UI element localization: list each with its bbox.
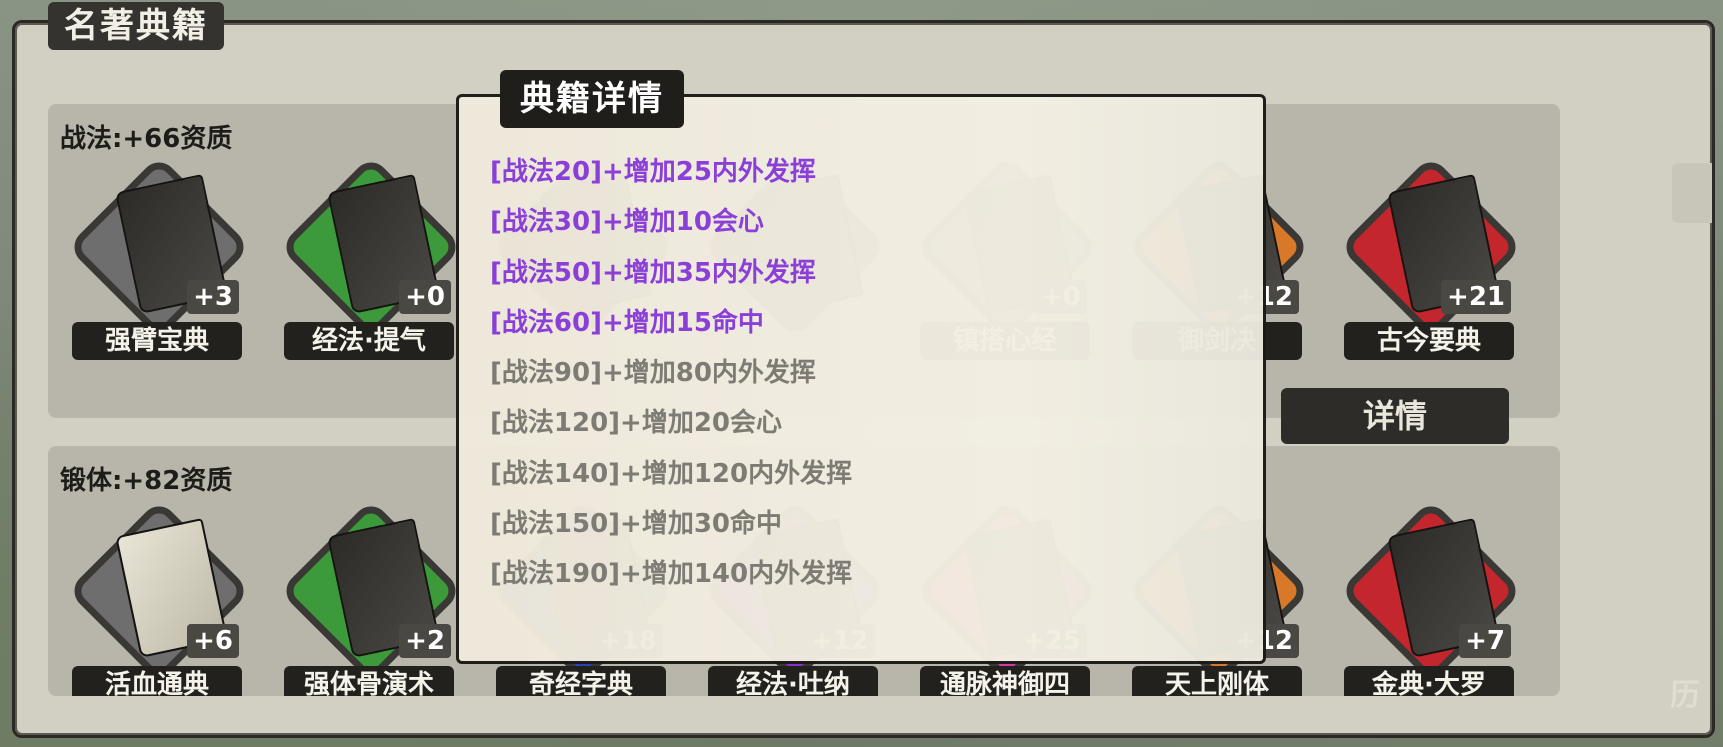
effect-entry: [战法50]+增加35内外发挥 — [490, 257, 816, 288]
effect-entry: [战法20]+增加25内外发挥 — [490, 157, 816, 187]
effect-entry: [战法60]+增加15命中 — [490, 307, 764, 338]
item-label: 强体骨演术 — [284, 666, 454, 696]
classic-item[interactable]: +2 强体骨演术 — [279, 499, 463, 696]
item-label: 经法·吐纳 — [708, 666, 878, 696]
effect-entry: [战法150]+增加30命中 — [490, 509, 783, 540]
detail-button[interactable]: 详情 — [1281, 388, 1509, 444]
item-label: 通脉神御四 — [920, 666, 1090, 696]
corner-label[interactable]: 历 — [1670, 670, 1700, 714]
item-label: 金典·大罗 — [1344, 666, 1514, 696]
effect-entry: [战法120]+增加20会心 — [490, 408, 783, 439]
effect-entry: [战法140]+增加120内外发挥 — [490, 458, 853, 489]
effect-entry: [战法90]+增加80内外发挥 — [490, 358, 816, 389]
item-label: 天上刚体 — [1132, 666, 1302, 696]
effect-entry: [战法190]+增加140内外发挥 — [490, 559, 853, 590]
bonus-badge: +7 — [1459, 624, 1511, 658]
bonus-badge: +6 — [187, 624, 239, 658]
item-label: 奇经字典 — [496, 666, 666, 696]
effect-list: [战法20]+增加25内外发挥 [战法30]+增加10会心 [战法50]+增加35内… — [490, 150, 852, 603]
classic-item[interactable]: +6 活血通典 — [67, 499, 251, 696]
item-label: 活血通典 — [72, 666, 242, 696]
effect-entry: [战法30]+增加10会心 — [490, 207, 764, 238]
classic-item[interactable]: +7 金典·大罗 — [1339, 499, 1523, 696]
bonus-badge: +2 — [399, 624, 451, 658]
modal-title: 典籍详情 — [500, 70, 684, 128]
